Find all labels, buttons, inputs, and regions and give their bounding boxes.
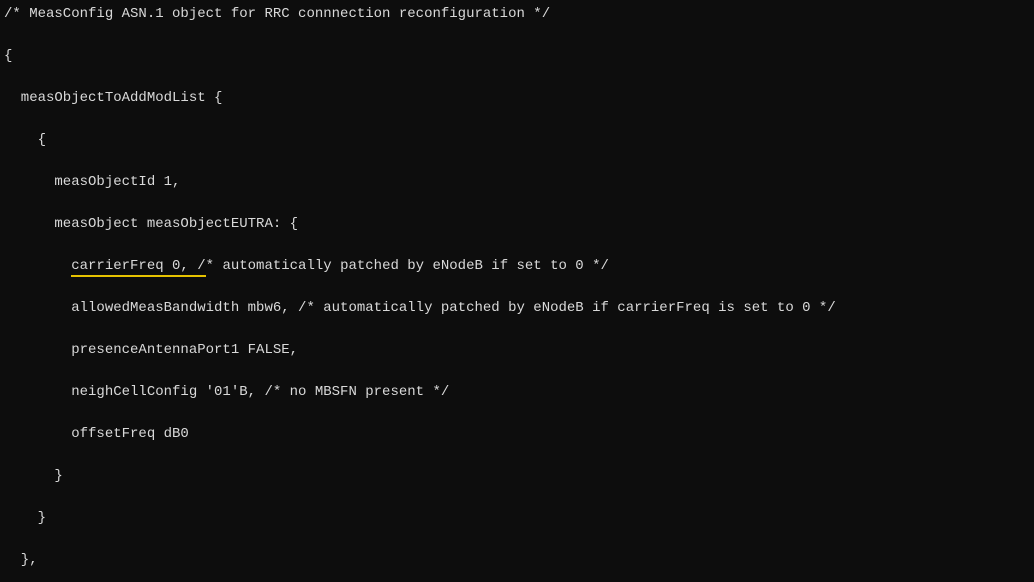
code-line: } [4, 466, 1034, 487]
code-line: measObjectId 1, [4, 172, 1034, 193]
code-line: /* MeasConfig ASN.1 object for RRC connn… [4, 4, 1034, 25]
code-line: presenceAntennaPort1 FALSE, [4, 340, 1034, 361]
code-line: carrierFreq 0, /* automatically patched … [4, 256, 1034, 277]
highlight-carrierfreq: carrierFreq 0, / [71, 258, 205, 277]
code-line: allowedMeasBandwidth mbw6, /* automatica… [4, 298, 1034, 319]
code-line: measObjectToAddModList { [4, 88, 1034, 109]
code-line: }, [4, 550, 1034, 571]
code-line: measObject measObjectEUTRA: { [4, 214, 1034, 235]
code-line: { [4, 130, 1034, 151]
code-text: * automatically patched by eNodeB if set… [206, 258, 609, 274]
code-line: } [4, 508, 1034, 529]
code-line: offsetFreq dB0 [4, 424, 1034, 445]
code-text [4, 258, 71, 274]
code-line: { [4, 46, 1034, 67]
code-line: neighCellConfig '01'B, /* no MBSFN prese… [4, 382, 1034, 403]
code-block: /* MeasConfig ASN.1 object for RRC connn… [0, 0, 1034, 582]
